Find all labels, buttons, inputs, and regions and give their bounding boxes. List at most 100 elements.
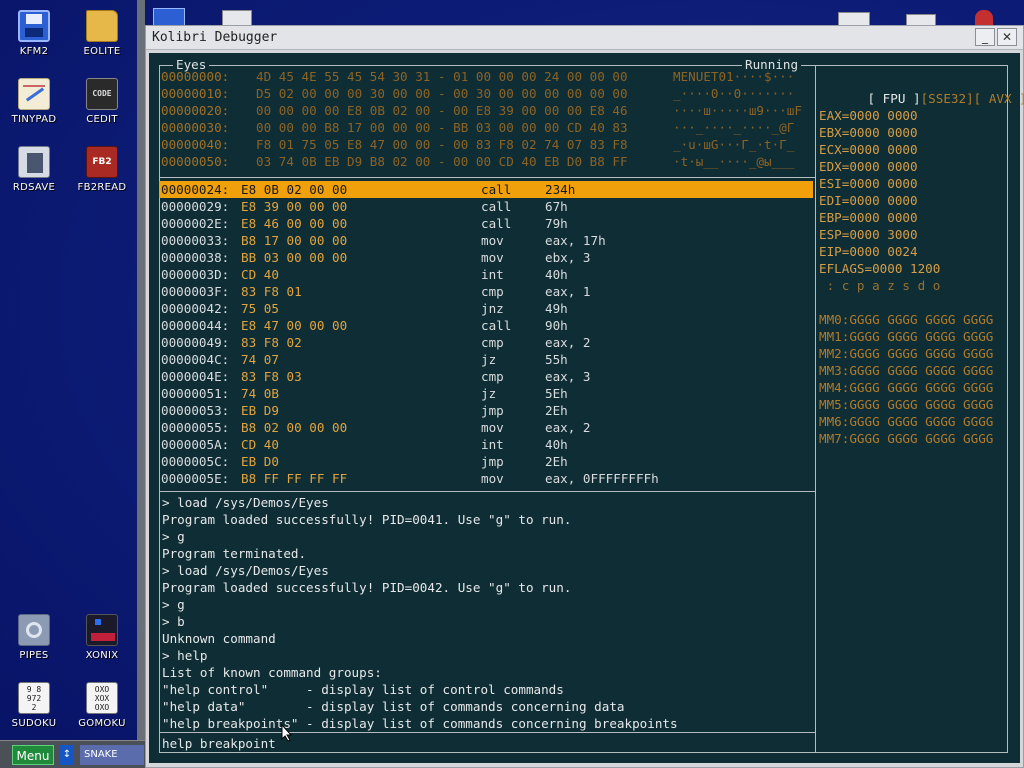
tab-sse32[interactable]: [SSE32] xyxy=(921,91,974,106)
mmx-register: MM0:GGGG GGGG GGGG GGGG xyxy=(819,312,994,327)
register-value: EAX=0000 0000 xyxy=(819,108,918,123)
disasm-row[interactable]: 00000038: BB 03 00 00 00 mov ebx, 3 xyxy=(159,249,813,266)
partial-icon-1 xyxy=(153,8,185,26)
disasm-row[interactable]: 00000049: 83 F8 02 cmp eax, 2 xyxy=(159,334,813,351)
mmx-register: MM4:GGGG GGGG GGGG GGGG xyxy=(819,380,994,395)
desktop-icon-pipes[interactable]: PIPES xyxy=(2,614,66,661)
register-value: EBP=0000 0000 xyxy=(819,210,918,225)
tab-avx[interactable]: [ AVX ] xyxy=(974,91,1024,106)
menu-button[interactable]: Menu xyxy=(12,745,54,765)
taskbar: Menu ↕ SNAKE xyxy=(0,740,145,768)
disasm-row[interactable]: 0000005E: B8 FF FF FF FF mov eax, 0FFFFFFFF… xyxy=(159,470,813,487)
disasm-row[interactable]: 0000005C: EB D0 jmp 2Eh xyxy=(159,453,813,470)
hexdump-bytes: 00 00 00 00 E8 0B 02 00 - 00 E8 39 00 00… xyxy=(256,103,628,118)
register-value: ECX=0000 0000 xyxy=(819,142,918,157)
disasm-bytes: CD 40 xyxy=(241,437,279,452)
disasm-operands: ebx, 3 xyxy=(545,250,591,265)
window-titlebar[interactable]: Kolibri Debugger _ ✕ xyxy=(146,26,1023,50)
command-input[interactable]: help breakpoint xyxy=(162,735,276,752)
disasm-row[interactable]: 00000051: 74 0B jz 5Eh xyxy=(159,385,813,402)
frame-split-registers xyxy=(815,65,816,753)
register-value: ESP=0000 3000 xyxy=(819,227,918,242)
disasm-mnemonic: mov xyxy=(481,250,504,265)
disasm-row[interactable]: 00000033: B8 17 00 00 00 mov eax, 17h xyxy=(159,232,813,249)
desktop-icon-kfm2[interactable]: KFM2 xyxy=(2,10,66,57)
disasm-address: 0000003D: xyxy=(161,267,230,282)
console-line: > help xyxy=(162,648,208,663)
mmx-register: MM1:GGGG GGGG GGGG GGGG xyxy=(819,329,994,344)
desktop-icon-rdsave[interactable]: RDSAVE xyxy=(2,146,66,193)
disasm-row[interactable]: 00000053: EB D9 jmp 2Eh xyxy=(159,402,813,419)
desktop-icon-eolite[interactable]: EOLITE xyxy=(70,10,134,57)
desktop-icon-cedit[interactable]: CODE CEDIT xyxy=(70,78,134,125)
debugger-client: Eyes Running 00000000: 4D 45 4E 55 45 54 … xyxy=(149,53,1024,763)
hexdump-ascii: ····ш·····ш9···шF xyxy=(673,103,802,118)
disasm-row[interactable]: 00000055: B8 02 00 00 00 mov eax, 2 xyxy=(159,419,813,436)
console-line: > b xyxy=(162,614,185,629)
console-line: List of known command groups: xyxy=(162,665,382,680)
frame-right xyxy=(1007,65,1008,753)
hexdump-address: 00000000: xyxy=(161,69,230,84)
disasm-row[interactable]: 0000004E: 83 F8 03 cmp eax, 3 xyxy=(159,368,813,385)
partial-icon-2 xyxy=(222,10,252,26)
console-line: "help breakpoints" - display list of com… xyxy=(162,716,678,731)
disasm-mnemonic: cmp xyxy=(481,369,504,384)
pipes-icon xyxy=(18,614,50,646)
minimize-button[interactable]: _ xyxy=(975,28,995,46)
hexdump-address: 00000030: xyxy=(161,120,230,135)
console-line: > load /sys/Demos/Eyes xyxy=(162,563,329,578)
disasm-address: 00000042: xyxy=(161,301,230,316)
close-button[interactable]: ✕ xyxy=(997,28,1017,46)
notepad-icon xyxy=(18,78,50,110)
tab-fpu[interactable]: [ FPU ] xyxy=(868,91,921,106)
disasm-row[interactable]: 0000003F: 83 F8 01 cmp eax, 1 xyxy=(159,283,813,300)
disasm-operands: eax, 2 xyxy=(545,420,591,435)
disasm-bytes: BB 03 00 00 00 xyxy=(241,250,348,265)
disasm-row[interactable]: 00000042: 75 05 jnz 49h xyxy=(159,300,813,317)
desktop-icon-xonix[interactable]: XONIX xyxy=(70,614,134,661)
window-title: Kolibri Debugger xyxy=(152,30,278,45)
console-line: "help control" - display list of control… xyxy=(162,682,564,697)
disasm-mnemonic: jz xyxy=(481,352,497,367)
frame-top xyxy=(159,65,1008,66)
disasm-operands: 234h xyxy=(545,182,576,197)
hexdump-ascii: _····0··0······· xyxy=(673,86,795,101)
disasm-row[interactable]: 0000003D: CD 40 int 40h xyxy=(159,266,813,283)
partial-icon-3 xyxy=(838,12,870,26)
disasm-row[interactable]: 0000005A: CD 40 int 40h xyxy=(159,436,813,453)
desktop-icon-label: TINYPAD xyxy=(11,114,57,125)
disasm-mnemonic: cmp xyxy=(481,335,504,350)
disasm-mnemonic: call xyxy=(481,318,512,333)
disasm-row[interactable]: 00000029: E8 39 00 00 00 call 67h xyxy=(159,198,813,215)
disasm-address: 00000049: xyxy=(161,335,230,350)
disasm-address: 00000044: xyxy=(161,318,230,333)
disasm-address: 0000003F: xyxy=(161,284,230,299)
disasm-address: 0000005A: xyxy=(161,437,230,452)
taskbar-item-snake[interactable]: SNAKE xyxy=(80,745,144,765)
desktop-icon-label: XONIX xyxy=(85,650,119,661)
disasm-bytes: E8 47 00 00 00 xyxy=(241,318,348,333)
hexdump-address: 00000010: xyxy=(161,86,230,101)
hexdump-row: 00000010: D5 02 00 00 00 30 00 00 - 00 30… xyxy=(161,85,794,102)
disasm-row-current[interactable]: 00000024: E8 0B 02 00 00 call 234h xyxy=(159,181,813,198)
desktop-icon-sudoku[interactable]: 9 8 972 2 SUDOKU xyxy=(2,682,66,729)
desktop-icon-tinypad[interactable]: TINYPAD xyxy=(2,78,66,125)
disasm-mnemonic: mov xyxy=(481,233,504,248)
disasm-row[interactable]: 00000044: E8 47 00 00 00 call 90h xyxy=(159,317,813,334)
disasm-row[interactable]: 0000004C: 74 07 jz 55h xyxy=(159,351,813,368)
disasm-address: 0000005C: xyxy=(161,454,230,469)
disasm-operands: 2Eh xyxy=(545,403,568,418)
hexdump-bytes: 03 74 0B EB D9 B8 02 00 - 00 00 CD 40 EB… xyxy=(256,154,628,169)
disasm-bytes: 83 F8 01 xyxy=(241,284,302,299)
mouse-cursor-icon xyxy=(281,724,293,742)
desktop-icon-label: KFM2 xyxy=(19,46,49,57)
swap-arrows-icon[interactable]: ↕ xyxy=(60,745,74,765)
console-line: "help data" - display list of commands c… xyxy=(162,699,625,714)
desktop-icon-fb2read[interactable]: FB2 FB2READ xyxy=(70,146,134,193)
disasm-mnemonic: call xyxy=(481,216,512,231)
disasm-operands: eax, 3 xyxy=(545,369,591,384)
desktop-icon-gomoku[interactable]: OXO XOX OXO GOMOKU xyxy=(70,682,134,729)
desktop-icon-label: FB2READ xyxy=(77,182,127,193)
disasm-operands: 67h xyxy=(545,199,568,214)
disasm-row[interactable]: 0000002E: E8 46 00 00 00 call 79h xyxy=(159,215,813,232)
